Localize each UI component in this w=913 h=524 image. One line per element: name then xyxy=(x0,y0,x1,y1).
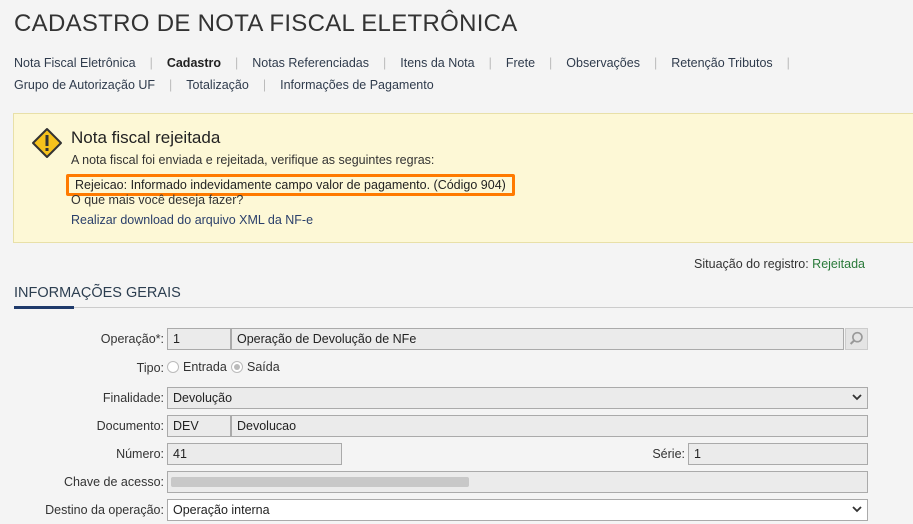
section-underline xyxy=(14,306,74,309)
nav-tabs: Nota Fiscal Eletrônica | Cadastro | Notas Re… xyxy=(14,52,894,96)
section-divider xyxy=(14,307,913,308)
chave-redacted xyxy=(171,477,469,487)
search-button[interactable] xyxy=(845,328,868,350)
destino-value: Operação interna xyxy=(173,503,270,517)
warning-icon xyxy=(32,128,62,158)
numero-label: Número: xyxy=(116,447,164,461)
nav-separator: | xyxy=(149,56,153,70)
numero-input[interactable]: 41 xyxy=(167,443,342,465)
alert-title: Nota fiscal rejeitada xyxy=(71,128,221,147)
nav-separator: | xyxy=(169,78,173,92)
page-title: CADASTRO DE NOTA FISCAL ELETRÔNICA xyxy=(14,10,518,37)
section-title: INFORMAÇÕES GERAIS xyxy=(14,285,181,301)
alert-message: A nota fiscal foi enviada e rejeitada, v… xyxy=(71,153,435,167)
tipo-saida-radio[interactable]: Saída xyxy=(231,360,280,374)
tab-retencao-tributos[interactable]: Retenção Tributos xyxy=(671,52,772,74)
finalidade-value: Devolução xyxy=(173,391,233,405)
nav-separator: | xyxy=(549,56,553,70)
nav-separator: | xyxy=(262,78,267,92)
tab-itens-da-nota[interactable]: Itens da Nota xyxy=(400,52,474,74)
tab-totalizacao[interactable]: Totalização xyxy=(186,74,249,96)
tab-informacoes-pagamento[interactable]: Informações de Pagamento xyxy=(280,74,434,96)
download-xml-link[interactable]: Realizar download do arquivo XML da NF-e xyxy=(71,213,313,227)
documento-code-input[interactable]: DEV xyxy=(167,415,231,437)
tipo-entrada-radio[interactable]: Entrada xyxy=(167,360,227,374)
tab-frete[interactable]: Frete xyxy=(506,52,535,74)
nav-separator: | xyxy=(488,56,492,70)
finalidade-label: Finalidade: xyxy=(102,391,164,405)
finalidade-select[interactable]: Devolução xyxy=(167,387,868,409)
documento-description-input[interactable]: Devolucao xyxy=(231,415,868,437)
nav-separator: | xyxy=(383,56,387,70)
nav-separator: | xyxy=(786,56,790,70)
radio-checked-icon xyxy=(231,361,243,373)
tipo-label: Tipo: xyxy=(136,361,164,375)
search-icon xyxy=(849,331,863,345)
serie-label: Série: xyxy=(652,447,685,461)
record-status: Situação do registro: Rejeitada xyxy=(694,257,865,271)
chevron-down-icon xyxy=(852,394,862,401)
chevron-down-icon xyxy=(852,506,862,513)
operacao-description-input[interactable]: Operação de Devolução de NFe xyxy=(231,328,844,350)
serie-input[interactable]: 1 xyxy=(688,443,868,465)
tab-grupo-autorizacao-uf[interactable]: Grupo de Autorização UF xyxy=(14,74,155,96)
radio-unchecked-icon xyxy=(167,361,179,373)
tab-observacoes[interactable]: Observações xyxy=(566,52,640,74)
operacao-code-input[interactable]: 1 xyxy=(167,328,231,350)
tab-cadastro[interactable]: Cadastro xyxy=(167,52,221,74)
destino-select[interactable]: Operação interna xyxy=(167,499,868,521)
status-value: Rejeitada xyxy=(812,257,865,271)
nav-separator: | xyxy=(653,56,658,70)
nav-row-1: Nota Fiscal Eletrônica | Cadastro | Notas Re… xyxy=(14,52,894,74)
documento-label: Documento: xyxy=(96,419,164,433)
chave-label: Chave de acesso: xyxy=(63,475,164,489)
destino-label: Destino da operação: xyxy=(45,503,164,517)
operacao-label: Operação*: xyxy=(100,332,164,346)
tab-notas-referenciadas[interactable]: Notas Referenciadas xyxy=(252,52,369,74)
nav-separator: | xyxy=(235,56,239,70)
rejection-alert: Nota fiscal rejeitada A nota fiscal foi … xyxy=(13,113,913,243)
status-label: Situação do registro: xyxy=(694,257,809,271)
alert-question: O que mais você deseja fazer? xyxy=(71,193,244,207)
tipo-entrada-label: Entrada xyxy=(183,360,227,374)
nav-row-2: Grupo de Autorização UF | Totalização | Info… xyxy=(14,74,894,96)
tab-nota-fiscal-eletronica[interactable]: Nota Fiscal Eletrônica xyxy=(14,52,136,74)
tipo-saida-label: Saída xyxy=(247,360,280,374)
